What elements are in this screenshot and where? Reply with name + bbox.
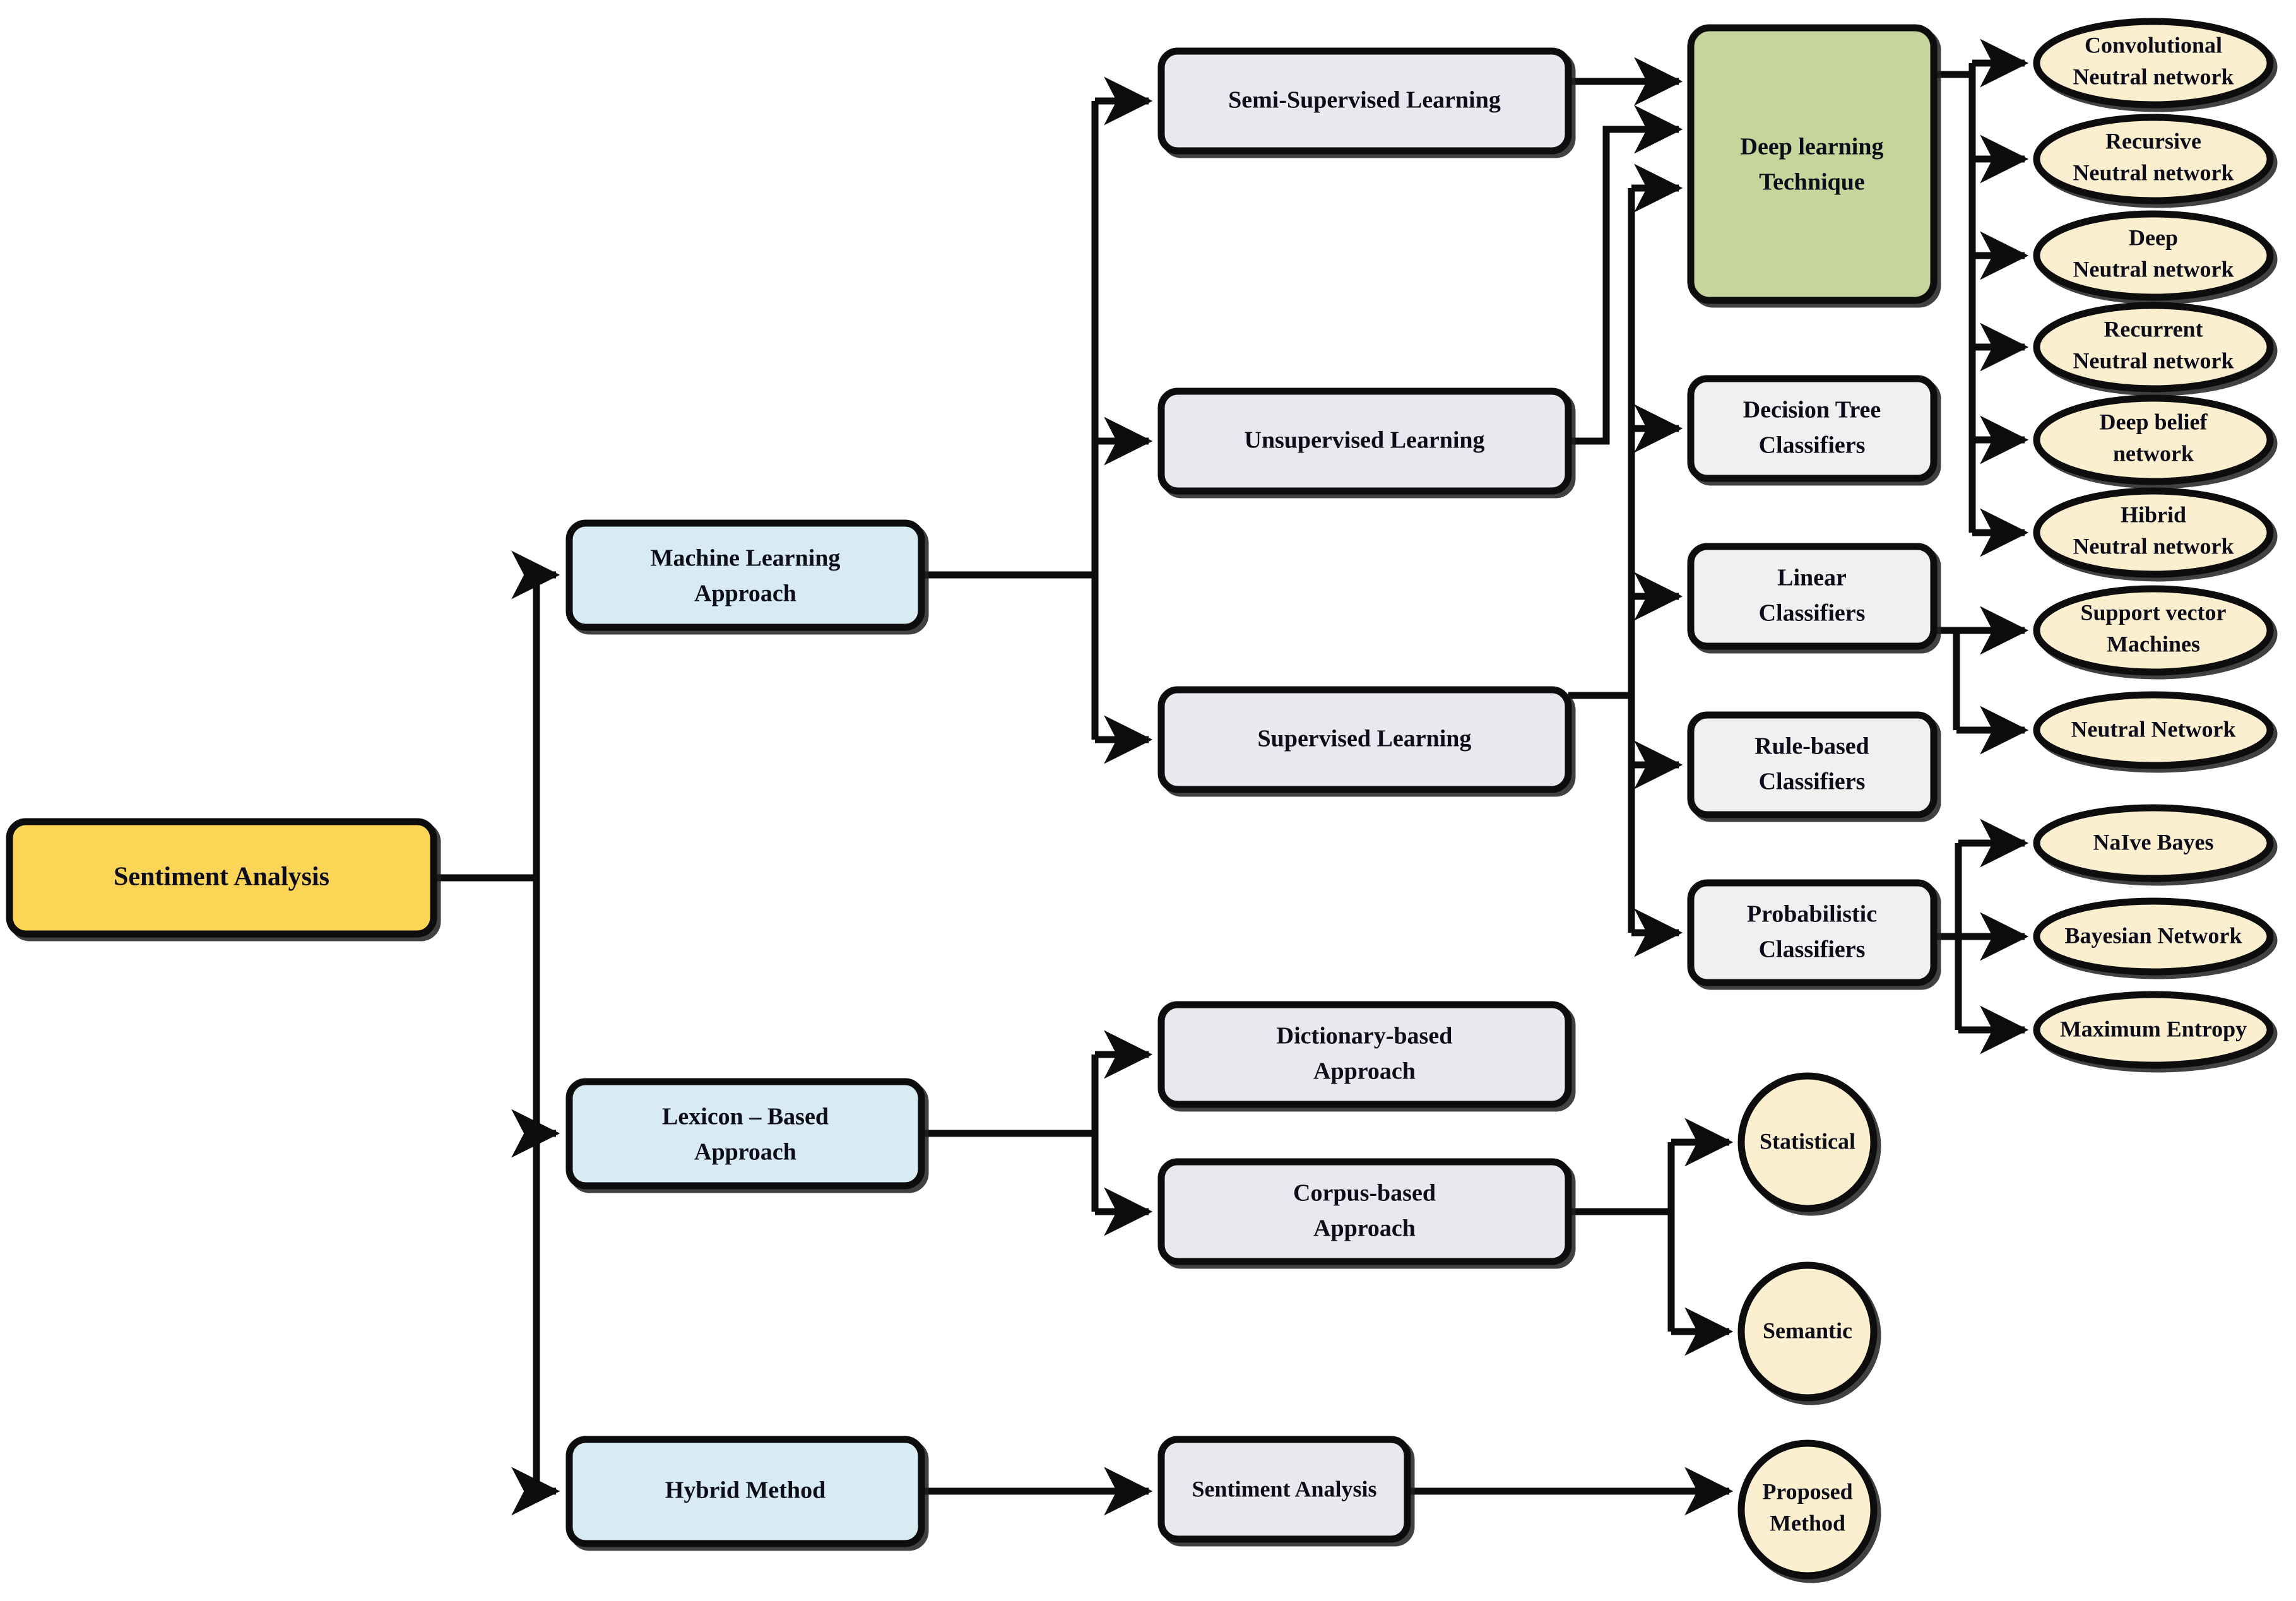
node-deep-belief-network[interactable]: Deep belief network (2033, 394, 2274, 485)
deep-nn-label-line1: Deep (2129, 225, 2178, 250)
statistical-label: Statistical (1760, 1128, 1855, 1154)
canvas-background (0, 0, 2296, 1601)
node-rule-based-classifiers[interactable]: Rule-based Classifiers (1687, 711, 1938, 818)
unsupervised-label: Unsupervised Learning (1244, 427, 1484, 454)
corpus-based-label-line2: Approach (1313, 1215, 1416, 1242)
probabilistic-label-line2: Classifiers (1759, 936, 1866, 963)
node-corpus-based-approach[interactable]: Corpus-based Approach (1157, 1158, 1572, 1265)
decision-tree-label-line1: Decision Tree (1743, 397, 1881, 423)
semantic-label: Semantic (1763, 1318, 1852, 1343)
node-neutral-network[interactable]: Neutral Network (2033, 691, 2274, 769)
node-machine-learning[interactable]: Machine Learning Approach (565, 519, 925, 631)
recursive-nn-label-line2: Neutral network (2073, 160, 2234, 185)
deep-nn-label-line2: Neutral network (2073, 256, 2234, 281)
corpus-based-box[interactable] (1157, 1158, 1572, 1265)
deep-belief-label-line2: network (2113, 440, 2194, 466)
node-unsupervised-learning[interactable]: Unsupervised Learning (1157, 387, 1572, 495)
semi-supervised-label: Semi-Supervised Learning (1228, 87, 1501, 114)
sentiment-analysis-taxonomy-diagram: Sentiment Analysis Machine Learning Appr… (0, 0, 2296, 1601)
lexicon-based-label-line1: Lexicon – Based (662, 1104, 829, 1130)
node-recurrent-neural-network[interactable]: Recurrent Neutral network (2033, 302, 2274, 393)
node-naive-bayes[interactable]: NaIve Bayes (2033, 804, 2274, 882)
probabilistic-label-line1: Probabilistic (1747, 901, 1877, 928)
node-sentiment-analysis-leaf[interactable]: Sentiment Analysis (1157, 1436, 1411, 1543)
hibrid-nn-label-line2: Neutral network (2073, 533, 2234, 558)
lexicon-based-box[interactable] (565, 1078, 925, 1190)
deep-learning-box[interactable] (1687, 24, 1938, 304)
recursive-nn-label-line1: Recursive (2105, 128, 2201, 153)
convolutional-nn-label-line2: Neutral network (2073, 64, 2234, 89)
linear-classifiers-label-line1: Linear (1777, 565, 1847, 591)
deep-learning-label-line1: Deep learning (1741, 134, 1884, 160)
proposed-method-circle[interactable] (1737, 1439, 1878, 1580)
machine-learning-box[interactable] (565, 519, 925, 631)
dictionary-based-label-line1: Dictionary-based (1277, 1023, 1453, 1049)
deep-learning-label-line2: Technique (1759, 169, 1865, 196)
machine-learning-label-line1: Machine Learning (651, 545, 841, 572)
support-vector-label-line2: Machines (2107, 631, 2200, 656)
node-proposed-method[interactable]: Proposed Method (1737, 1439, 1878, 1580)
proposed-method-label-line2: Method (1770, 1510, 1845, 1535)
bayesian-network-label: Bayesian Network (2065, 923, 2242, 948)
node-linear-classifiers[interactable]: Linear Classifiers (1687, 543, 1938, 650)
recurrent-nn-label-line1: Recurrent (2104, 316, 2203, 341)
node-decision-tree-classifiers[interactable]: Decision Tree Classifiers (1687, 375, 1938, 482)
recurrent-nn-label-line2: Neutral network (2073, 348, 2234, 373)
deep-belief-label-line1: Deep belief (2100, 409, 2208, 434)
node-hybrid-method[interactable]: Hybrid Method (565, 1436, 925, 1547)
node-hibrid-neural-network[interactable]: Hibrid Neutral network (2033, 487, 2274, 578)
convolutional-nn-label-line1: Convolutional (2085, 32, 2222, 57)
decision-tree-box[interactable] (1687, 375, 1938, 482)
hybrid-method-label: Hybrid Method (665, 1477, 825, 1504)
lexicon-based-label-line2: Approach (694, 1139, 796, 1166)
node-maximum-entropy[interactable]: Maximum Entropy (2033, 991, 2274, 1069)
node-dictionary-based-approach[interactable]: Dictionary-based Approach (1157, 1001, 1572, 1108)
naive-bayes-label: NaIve Bayes (2093, 829, 2214, 854)
decision-tree-label-line2: Classifiers (1759, 432, 1866, 459)
node-semi-supervised-learning[interactable]: Semi-Supervised Learning (1157, 47, 1572, 155)
support-vector-label-line1: Support vector (2081, 600, 2227, 625)
sentiment-analysis-leaf-label: Sentiment Analysis (1192, 1476, 1376, 1501)
node-support-vector-machines[interactable]: Support vector Machines (2033, 585, 2274, 676)
node-root[interactable]: Sentiment Analysis (6, 818, 437, 938)
node-recursive-neural-network[interactable]: Recursive Neutral network (2033, 114, 2274, 204)
node-semantic[interactable]: Semantic (1737, 1261, 1878, 1402)
linear-classifiers-label-line2: Classifiers (1759, 600, 1866, 627)
rule-based-label-line1: Rule-based (1755, 733, 1869, 760)
linear-classifiers-box[interactable] (1687, 543, 1938, 650)
node-bayesian-network[interactable]: Bayesian Network (2033, 897, 2274, 976)
rule-based-box[interactable] (1687, 711, 1938, 818)
supervised-label: Supervised Learning (1258, 726, 1472, 752)
node-probabilistic-classifiers[interactable]: Probabilistic Classifiers (1687, 879, 1938, 986)
machine-learning-label-line2: Approach (694, 581, 796, 607)
corpus-based-label-line1: Corpus-based (1293, 1180, 1436, 1207)
node-supervised-learning[interactable]: Supervised Learning (1157, 686, 1572, 793)
rule-based-label-line2: Classifiers (1759, 769, 1866, 795)
dictionary-based-box[interactable] (1157, 1001, 1572, 1108)
node-deep-neural-network[interactable]: Deep Neutral network (2033, 210, 2274, 301)
node-lexicon-based[interactable]: Lexicon – Based Approach (565, 1078, 925, 1190)
proposed-method-label-line1: Proposed (1762, 1479, 1852, 1504)
node-statistical[interactable]: Statistical (1737, 1072, 1878, 1212)
node-deep-learning-technique[interactable]: Deep learning Technique (1687, 24, 1938, 304)
node-convolutional-neural-network[interactable]: Convolutional Neutral network (2033, 18, 2274, 109)
dictionary-based-label-line2: Approach (1313, 1058, 1416, 1085)
maximum-entropy-label: Maximum Entropy (2060, 1016, 2247, 1041)
neutral-network-label: Neutral Network (2071, 716, 2236, 741)
root-label: Sentiment Analysis (114, 863, 329, 892)
hibrid-nn-label-line1: Hibrid (2121, 502, 2186, 527)
probabilistic-box[interactable] (1687, 879, 1938, 986)
